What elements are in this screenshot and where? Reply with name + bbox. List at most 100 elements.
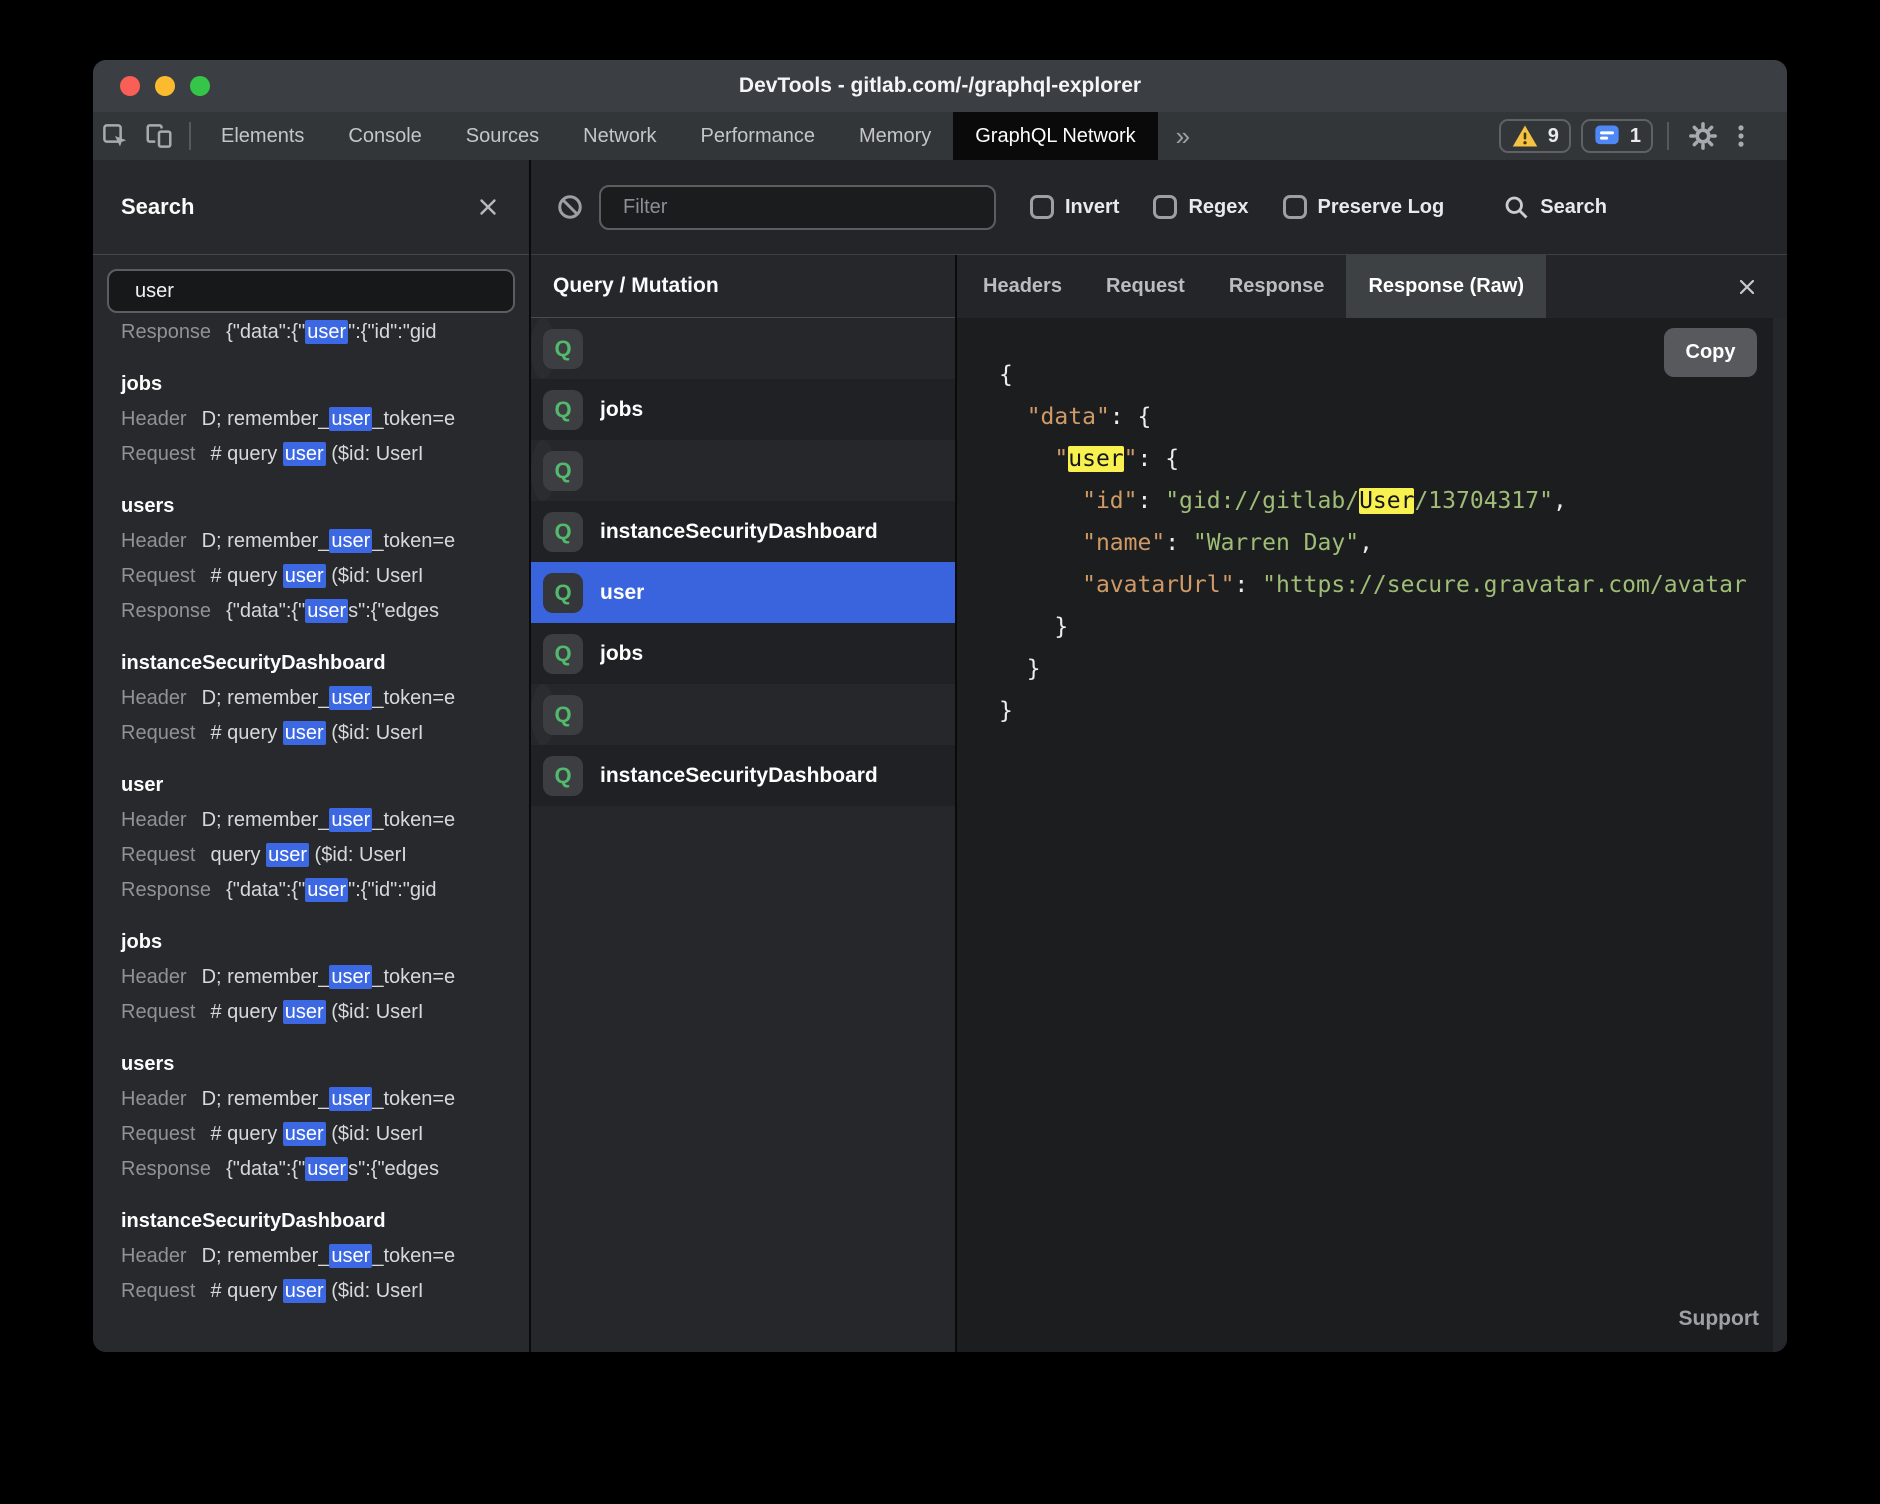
search-toggle[interactable]: Search <box>1502 193 1607 221</box>
tab-response-raw[interactable]: Response (Raw) <box>1346 255 1546 318</box>
search-results-list: Response{"data":{"user":{"id":"gid jobs … <box>93 313 529 1352</box>
search-result-line: HeaderD; remember_user_token=e <box>121 1082 501 1117</box>
device-toolbar-icon[interactable] <box>137 112 181 160</box>
settings-gear-icon[interactable] <box>1683 122 1723 150</box>
result-group-title: user <box>121 768 501 803</box>
inspect-element-icon[interactable] <box>93 112 137 160</box>
search-result-line[interactable]: Response{"data":{"user":{"id":"gid <box>121 315 501 350</box>
close-search-panel-icon[interactable] <box>475 194 501 220</box>
more-tabs-chevron-icon[interactable]: » <box>1158 112 1208 160</box>
tab-graphql-network[interactable]: GraphQL Network <box>953 112 1157 160</box>
search-result-line: HeaderD; remember_user_token=e <box>121 1239 501 1274</box>
toolbar-divider <box>1667 122 1669 150</box>
tab-request[interactable]: Request <box>1084 255 1207 318</box>
search-result-line: Response{"data":{"users":{"edges <box>121 1152 501 1187</box>
query-row-users[interactable]: Q users <box>531 440 555 501</box>
query-row-user[interactable]: Q user <box>531 318 555 379</box>
search-result-group[interactable]: users HeaderD; remember_user_token=e Req… <box>121 489 501 629</box>
regex-checkbox-group: Regex <box>1153 195 1248 219</box>
window-title: DevTools - gitlab.com/-/graphql-explorer <box>93 74 1787 98</box>
tab-elements[interactable]: Elements <box>199 112 326 160</box>
json-line: "name": "Warren Day", <box>999 522 1787 564</box>
devtools-window: DevTools - gitlab.com/-/graphql-explorer… <box>93 60 1787 1352</box>
clear-block-icon[interactable] <box>555 192 585 222</box>
search-panel-header: Search <box>93 160 529 255</box>
invert-checkbox[interactable] <box>1030 195 1054 219</box>
json-line: } <box>999 606 1787 648</box>
raw-response-viewer: Copy { "data": { "user": { "id": "gid://… <box>957 318 1787 1352</box>
regex-checkbox[interactable] <box>1153 195 1177 219</box>
warnings-badge[interactable]: 9 <box>1499 119 1571 153</box>
network-content-row: Query / Mutation Q user Q jobs Q users <box>531 255 1787 1352</box>
search-result-group[interactable]: instanceSecurityDashboard HeaderD; remem… <box>121 1204 501 1309</box>
query-row-users[interactable]: Q users <box>531 684 555 745</box>
result-group-title: instanceSecurityDashboard <box>121 1204 501 1239</box>
json-line: "data": { <box>999 396 1787 438</box>
issues-count: 1 <box>1630 125 1641 148</box>
search-panel: Search Response{"data":{"user":{"id":"gi… <box>93 160 531 1352</box>
tab-headers[interactable]: Headers <box>961 255 1084 318</box>
issues-badge[interactable]: 1 <box>1581 119 1653 153</box>
close-detail-panel-icon[interactable] <box>1735 275 1759 299</box>
search-result-line: Request# query user ($id: UserI <box>121 995 501 1030</box>
search-result-line: HeaderD; remember_user_token=e <box>121 524 501 559</box>
tab-network[interactable]: Network <box>561 112 678 160</box>
search-result-group[interactable]: jobs HeaderD; remember_user_token=e Requ… <box>121 925 501 1030</box>
message-icon <box>1593 123 1621 149</box>
search-result-line: Requestquery user ($id: UserI <box>121 838 501 873</box>
filter-input[interactable] <box>599 185 996 230</box>
query-mutation-panel: Query / Mutation Q user Q jobs Q users <box>531 255 957 1352</box>
query-type-badge: Q <box>543 634 583 674</box>
request-detail-panel: Headers Request Response Response (Raw) … <box>957 255 1787 1352</box>
query-mutation-header: Query / Mutation <box>531 255 955 318</box>
search-result-line: Request# query user ($id: UserI <box>121 437 501 472</box>
json-line: } <box>999 648 1787 690</box>
search-result-group[interactable]: user HeaderD; remember_user_token=e Requ… <box>121 768 501 908</box>
copy-button[interactable]: Copy <box>1664 328 1757 377</box>
regex-checkbox-label[interactable]: Regex <box>1188 196 1248 219</box>
query-row-user-selected[interactable]: Q user <box>531 562 955 623</box>
kebab-menu-icon[interactable] <box>1723 123 1759 149</box>
search-icon <box>1502 193 1530 221</box>
invert-checkbox-label[interactable]: Invert <box>1065 196 1119 219</box>
support-link[interactable]: Support <box>1679 1298 1759 1340</box>
scrollbar-track[interactable] <box>1773 318 1787 1352</box>
query-row-instance-security-dashboard[interactable]: Q instanceSecurityDashboard <box>531 745 955 806</box>
query-type-badge: Q <box>543 329 583 369</box>
query-row-jobs[interactable]: Q jobs <box>531 379 955 440</box>
query-row-jobs[interactable]: Q jobs <box>531 623 955 684</box>
toolbar-divider <box>189 122 191 150</box>
query-type-badge: Q <box>543 756 583 796</box>
query-type-badge: Q <box>543 573 583 613</box>
search-result-line: Request# query user ($id: UserI <box>121 1117 501 1152</box>
search-result-group[interactable]: instanceSecurityDashboard HeaderD; remem… <box>121 646 501 751</box>
json-line: "user": { <box>999 438 1787 480</box>
query-row-instance-security-dashboard[interactable]: Q instanceSecurityDashboard <box>531 501 955 562</box>
json-line: } <box>999 690 1787 732</box>
tab-memory[interactable]: Memory <box>837 112 953 160</box>
search-result-group[interactable]: users HeaderD; remember_user_token=e Req… <box>121 1047 501 1187</box>
query-type-badge: Q <box>543 390 583 430</box>
tab-response[interactable]: Response <box>1207 255 1347 318</box>
invert-checkbox-group: Invert <box>1030 195 1119 219</box>
title-bar: DevTools - gitlab.com/-/graphql-explorer <box>93 60 1787 112</box>
search-toggle-label: Search <box>1540 196 1607 219</box>
search-result-group[interactable]: jobs HeaderD; remember_user_token=e Requ… <box>121 367 501 472</box>
tab-sources[interactable]: Sources <box>444 112 561 160</box>
json-line: "avatarUrl": "https://secure.gravatar.co… <box>999 564 1787 606</box>
result-group-title: users <box>121 1047 501 1082</box>
json-line: "id": "gid://gitlab/User/13704317", <box>999 480 1787 522</box>
search-input[interactable] <box>107 269 515 313</box>
search-result-line: HeaderD; remember_user_token=e <box>121 402 501 437</box>
preserve-log-checkbox-group: Preserve Log <box>1283 195 1445 219</box>
search-result-line: HeaderD; remember_user_token=e <box>121 960 501 995</box>
tab-console[interactable]: Console <box>326 112 443 160</box>
network-panel-wrap: Invert Regex Preserve Log Search <box>531 160 1787 1352</box>
tab-performance[interactable]: Performance <box>679 112 838 160</box>
search-result-line: Request# query user ($id: UserI <box>121 559 501 594</box>
search-result-line: Request# query user ($id: UserI <box>121 716 501 751</box>
preserve-log-checkbox[interactable] <box>1283 195 1307 219</box>
query-type-badge: Q <box>543 451 583 491</box>
search-result-line: Response{"data":{"users":{"edges <box>121 594 501 629</box>
preserve-log-checkbox-label[interactable]: Preserve Log <box>1318 196 1445 219</box>
